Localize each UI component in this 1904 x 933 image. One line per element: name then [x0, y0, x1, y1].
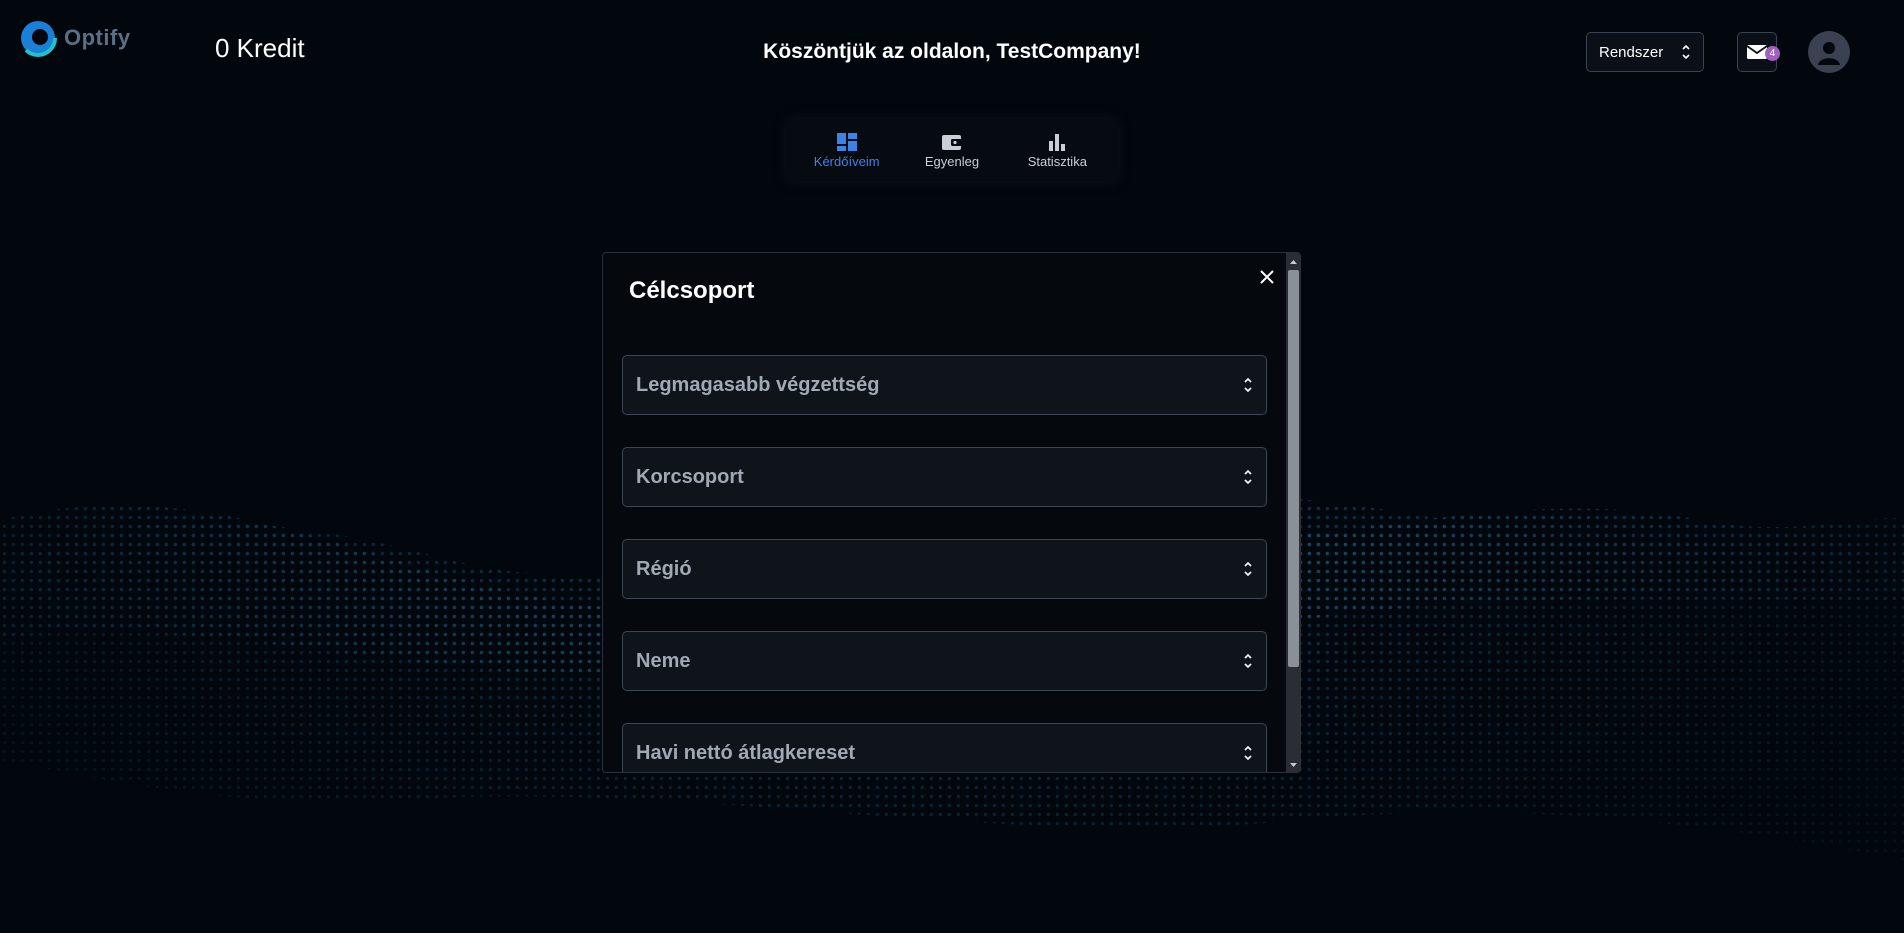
target-group-modal: Célcsoport Legmagasabb végzettség Korcso…: [602, 252, 1301, 773]
tab-label: Kérdőíveim: [813, 153, 880, 169]
theme-select-value: Rendszer: [1599, 43, 1664, 61]
scrollbar-thumb[interactable]: [1288, 270, 1299, 667]
select-placeholder: Havi nettó átlagkereset: [636, 741, 855, 764]
select-placeholder: Neme: [636, 649, 691, 672]
main-tabs: Kérdőíveim Egyenleg Statisztika: [786, 119, 1118, 181]
top-header: Optify 0 Kredit Köszöntjük az oldalon, T…: [0, 0, 1904, 100]
select-chevron-icon: [1244, 653, 1252, 669]
income-select[interactable]: Havi nettó átlagkereset: [622, 723, 1267, 772]
select-chevron-icon: [1244, 377, 1252, 393]
unread-count-badge: 4: [1765, 46, 1780, 61]
select-chevron-icon: [1244, 561, 1252, 577]
gender-select[interactable]: Neme: [622, 631, 1267, 691]
dashboard-icon: [836, 132, 857, 151]
tab-label: Egyenleg: [924, 153, 980, 169]
tab-kerdoiveim[interactable]: Kérdőíveim: [797, 132, 897, 169]
select-chevron-icon: [1244, 745, 1252, 761]
age-group-select[interactable]: Korcsoport: [622, 447, 1267, 507]
messages-button[interactable]: 4: [1737, 32, 1780, 72]
region-select[interactable]: Régió: [622, 539, 1267, 599]
modal-scrollbar[interactable]: [1286, 253, 1301, 772]
bar-chart-icon: [1049, 133, 1066, 151]
select-chevron-icon: [1244, 469, 1252, 485]
user-avatar[interactable]: [1808, 31, 1850, 73]
tab-egyenleg[interactable]: Egyenleg: [902, 132, 1002, 169]
scroll-down-arrow-icon[interactable]: [1286, 758, 1301, 772]
modal-title: Célcsoport: [629, 277, 755, 304]
select-placeholder: Legmagasabb végzettség: [636, 373, 880, 396]
select-placeholder: Korcsoport: [636, 465, 744, 488]
scroll-up-arrow-icon[interactable]: [1286, 255, 1301, 269]
tab-label: Statisztika: [1027, 153, 1087, 169]
education-select[interactable]: Legmagasabb végzettség: [622, 355, 1267, 415]
select-placeholder: Régió: [636, 557, 692, 580]
tab-statisztika[interactable]: Statisztika: [1007, 132, 1107, 169]
select-chevron-icon: [1682, 44, 1690, 60]
wallet-icon: [941, 134, 962, 150]
theme-select[interactable]: Rendszer: [1586, 32, 1704, 72]
close-icon[interactable]: [1255, 265, 1279, 289]
user-icon: [1818, 42, 1840, 65]
